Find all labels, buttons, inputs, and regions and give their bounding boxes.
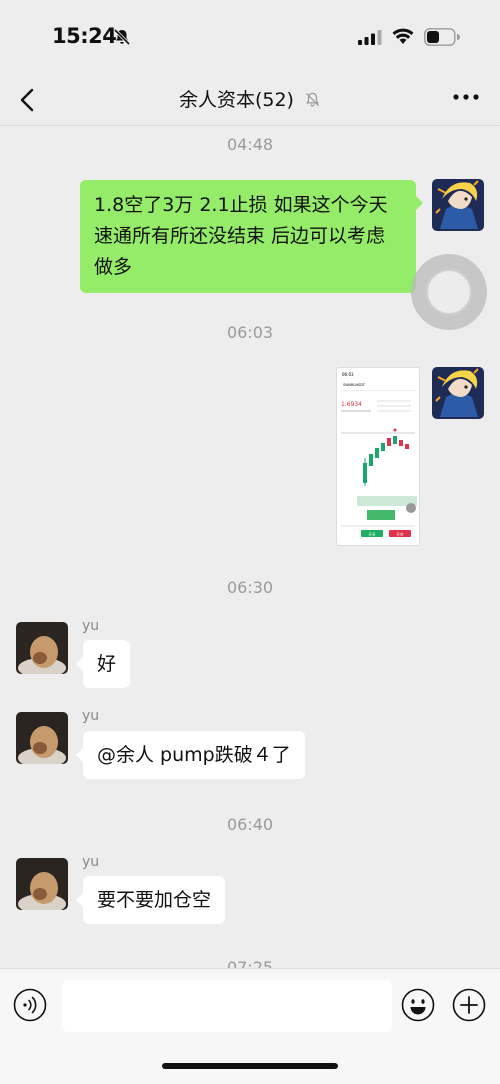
battery-icon — [424, 28, 460, 46]
message-text: 好 — [97, 653, 117, 675]
more-icon[interactable] — [452, 87, 480, 107]
trading-screenshot: 06:03 SWARLNSDT 1.6934 开多 开空 — [341, 372, 417, 537]
signal-icon — [358, 30, 382, 45]
member-count: (52) — [254, 89, 294, 111]
floating-ball[interactable] — [411, 254, 487, 330]
thumb-time: 06:03 — [342, 372, 354, 377]
chat-title: 余人资本(52) — [0, 85, 500, 112]
emoji-icon[interactable] — [401, 988, 435, 1022]
voice-icon[interactable] — [13, 988, 47, 1022]
message-text: 1.8空了3万 2.1止损 如果这个今天速通所有所还没结束 后边可以考虑做多 — [94, 194, 388, 278]
wifi-icon — [392, 28, 414, 44]
thumb-sell: 开空 — [397, 532, 405, 537]
thumb-price: 1.6934 — [341, 401, 362, 408]
group-name: 余人资本 — [178, 89, 255, 111]
avatar-yu[interactable] — [16, 712, 68, 764]
message-input[interactable] — [62, 980, 392, 1032]
image-message[interactable]: 06:03 SWARLNSDT 1.6934 开多 开空 — [336, 367, 420, 546]
message-bubble-yu[interactable]: 要不要加仓空 — [75, 876, 226, 924]
message-text: 要不要加仓空 — [97, 889, 212, 911]
avatar-me[interactable] — [432, 367, 484, 419]
avatar-yu[interactable] — [16, 858, 68, 910]
message-bubble-me[interactable]: 1.8空了3万 2.1止损 如果这个今天速通所有所还没结束 后边可以考虑做多 — [80, 180, 423, 293]
status-bar: 15:24 — [0, 0, 500, 75]
message-bubble-yu[interactable]: @余人 pump跌破４了 — [76, 731, 305, 779]
status-time: 15:24 — [52, 24, 117, 48]
chat-header: 余人资本(52) — [0, 75, 500, 126]
sender-name: yu — [82, 854, 100, 870]
thumb-buy: 开多 — [369, 532, 377, 537]
message-text: @余人 pump跌破４了 — [97, 744, 291, 766]
timestamp: 06:40 — [226, 815, 274, 834]
avatar-yu[interactable] — [16, 622, 68, 674]
home-indicator — [162, 1063, 338, 1069]
plus-icon[interactable] — [452, 988, 486, 1022]
mute-icon — [305, 92, 320, 107]
bell-slash-icon — [113, 28, 131, 46]
sender-name: yu — [82, 618, 100, 634]
thumb-pair: SWARLNSDT — [343, 383, 366, 387]
timestamp: 06:03 — [226, 323, 274, 342]
message-bubble-yu[interactable]: 好 — [75, 640, 131, 688]
avatar-me[interactable] — [432, 179, 484, 231]
timestamp: 06:30 — [226, 578, 274, 597]
timestamp: 04:48 — [226, 135, 274, 154]
sender-name: yu — [82, 708, 100, 724]
